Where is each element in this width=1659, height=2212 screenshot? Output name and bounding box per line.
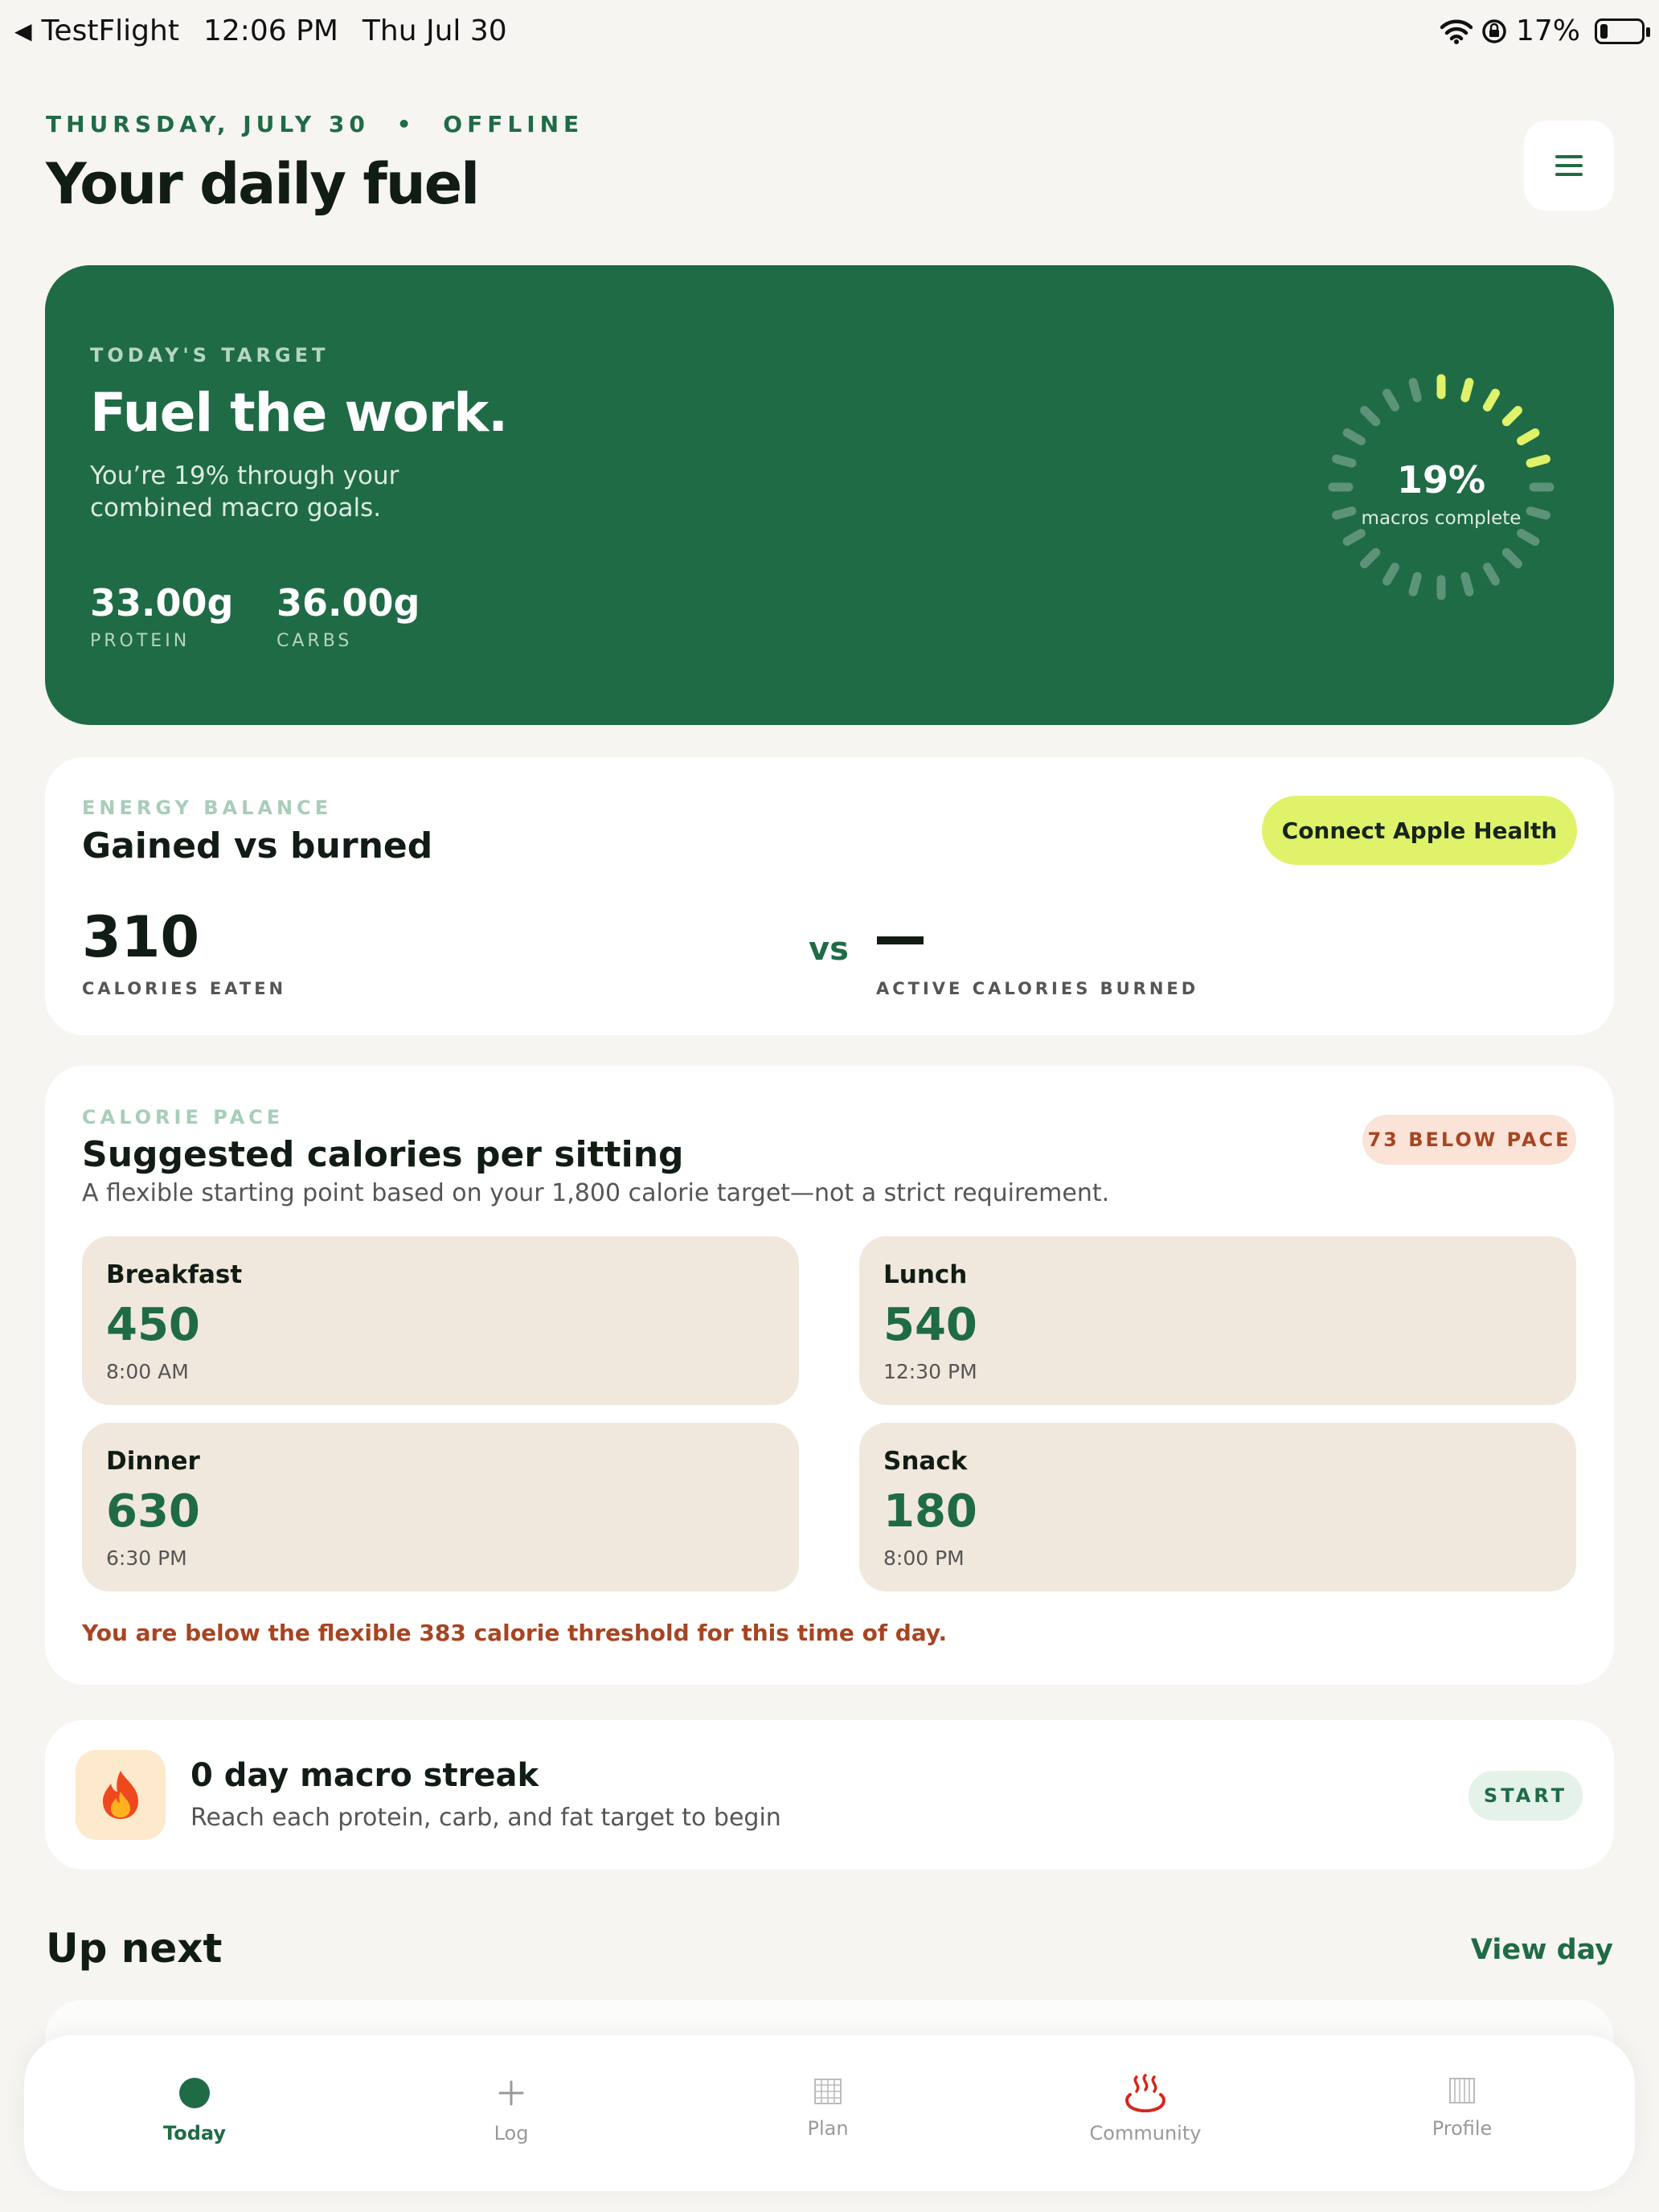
meal-time: 6:30 PM	[106, 1546, 187, 1570]
protein-stat: 33.00g PROTEIN	[90, 581, 233, 651]
meal-calories: 540	[883, 1299, 977, 1351]
connection-status: OFFLINE	[443, 111, 584, 137]
hot-springs-icon	[1125, 2074, 1165, 2112]
pace-title: Suggested calories per sitting	[82, 1134, 684, 1175]
tab-label: Plan	[807, 2117, 849, 2140]
up-next-heading: Up next	[46, 1925, 223, 1972]
tab-community[interactable]: Community	[1049, 2072, 1242, 2144]
vs-label: vs	[809, 931, 849, 968]
date-status-line: THURSDAY, JULY 30 • OFFLINE	[46, 111, 584, 137]
carbs-stat: 36.00g CARBS	[276, 581, 420, 651]
ring-segment-complete	[1460, 378, 1474, 403]
ring-segment-remaining	[1408, 571, 1422, 596]
protein-label: PROTEIN	[90, 631, 190, 651]
meal-time: 8:00 PM	[883, 1546, 965, 1570]
meal-card-breakfast[interactable]: Breakfast 450 8:00 AM	[82, 1236, 799, 1405]
connect-apple-health-button[interactable]: Connect Apple Health	[1262, 796, 1577, 865]
ring-segment-remaining	[1460, 571, 1474, 596]
ring-segment-remaining	[1360, 406, 1381, 427]
ring-segment-remaining	[1501, 547, 1522, 568]
plus-icon	[498, 2080, 524, 2106]
tab-today[interactable]: Today	[98, 2072, 291, 2144]
dot-icon	[179, 2078, 210, 2108]
menu-button[interactable]	[1524, 121, 1614, 211]
tab-label: Community	[1089, 2122, 1202, 2144]
id-card-icon	[1449, 2078, 1475, 2103]
calories-eaten-label: CALORIES EATEN	[82, 979, 287, 998]
ring-segment-remaining	[1382, 563, 1399, 586]
meal-card-snack[interactable]: Snack 180 8:00 PM	[859, 1423, 1576, 1591]
tab-plan[interactable]: Plan	[731, 2072, 924, 2140]
target-headline: Fuel the work.	[90, 382, 508, 444]
energy-eyebrow: ENERGY BALANCE	[82, 797, 333, 819]
burned-empty-dash	[877, 936, 924, 944]
tab-log[interactable]: Log	[415, 2072, 608, 2144]
meal-time: 8:00 AM	[106, 1360, 189, 1383]
calories-eaten-value: 310	[82, 904, 200, 970]
header-separator: •	[396, 111, 416, 137]
meal-time: 12:30 PM	[883, 1360, 977, 1383]
meal-calories: 450	[106, 1299, 200, 1351]
meal-name: Lunch	[883, 1260, 968, 1289]
meal-card-lunch[interactable]: Lunch 540 12:30 PM	[859, 1236, 1576, 1405]
status-date: Thu Jul 30	[362, 14, 507, 47]
header-date: THURSDAY, JULY 30	[46, 111, 370, 137]
wifi-icon	[1440, 19, 1473, 44]
pace-eyebrow: CALORIE PACE	[82, 1106, 285, 1129]
ring-segment-remaining	[1342, 529, 1366, 546]
ring-segment-remaining	[1382, 388, 1399, 412]
below-pace-badge: 73 BELOW PACE	[1362, 1115, 1576, 1165]
carbs-label: CARBS	[276, 631, 353, 651]
ring-segment-remaining	[1408, 378, 1422, 403]
ring-segment-complete	[1501, 406, 1522, 427]
ring-segment-remaining	[1360, 547, 1381, 568]
target-subtitle: You’re 19% through your combined macro g…	[90, 461, 399, 522]
macro-streak-card	[45, 1720, 1614, 1870]
status-time: 12:06 PM	[203, 14, 338, 47]
ring-segment-remaining	[1517, 529, 1540, 546]
orientation-lock-icon	[1482, 18, 1506, 43]
start-streak-button[interactable]: START	[1469, 1771, 1583, 1821]
status-bar-left: ◀ TestFlight 12:06 PM Thu Jul 30	[14, 14, 507, 47]
flame-icon	[76, 1750, 166, 1840]
calendar-icon	[814, 2079, 842, 2104]
ring-segment-complete	[1517, 428, 1540, 445]
back-triangle-icon[interactable]: ◀	[14, 18, 32, 44]
energy-title: Gained vs burned	[82, 825, 433, 866]
daily-target-card: TODAY'S TARGET Fuel the work. You’re 19%…	[45, 265, 1614, 725]
target-eyebrow: TODAY'S TARGET	[90, 344, 330, 367]
macro-percent: 19%	[1396, 458, 1486, 502]
streak-title: 0 day macro streak	[190, 1757, 539, 1794]
view-day-link[interactable]: View day	[1471, 1934, 1613, 1966]
battery-icon	[1595, 18, 1650, 44]
hamburger-icon	[1555, 155, 1583, 176]
tab-label: Today	[163, 2122, 226, 2144]
tab-label: Profile	[1432, 2117, 1493, 2140]
pace-warning: You are below the flexible 383 calorie t…	[82, 1620, 948, 1646]
tab-label: Log	[494, 2122, 529, 2144]
protein-value: 33.00g	[90, 581, 234, 625]
page-title: Your daily fuel	[46, 151, 480, 217]
carbs-value: 36.00g	[276, 581, 420, 625]
tab-profile[interactable]: Profile	[1366, 2072, 1559, 2140]
meal-card-dinner[interactable]: Dinner 630 6:30 PM	[82, 1423, 799, 1591]
ring-segment-remaining	[1342, 428, 1366, 445]
pace-subtitle: A flexible starting point based on your …	[82, 1179, 1110, 1207]
active-calories-burned-label: ACTIVE CALORIES BURNED	[876, 979, 1199, 998]
meal-name: Dinner	[106, 1447, 200, 1476]
meal-calories: 630	[106, 1485, 200, 1538]
meal-name: Snack	[883, 1447, 968, 1476]
ring-segment-remaining	[1483, 563, 1500, 586]
ring-segment-complete	[1483, 388, 1500, 412]
streak-subtitle: Reach each protein, carb, and fat target…	[190, 1804, 781, 1832]
meal-calories: 180	[883, 1485, 977, 1538]
back-app-label[interactable]: TestFlight	[42, 14, 179, 47]
status-bar-right: 17%	[1440, 14, 1650, 47]
macro-caption: macros complete	[1361, 508, 1522, 529]
meal-name: Breakfast	[106, 1260, 243, 1289]
battery-percent: 17%	[1515, 14, 1580, 47]
